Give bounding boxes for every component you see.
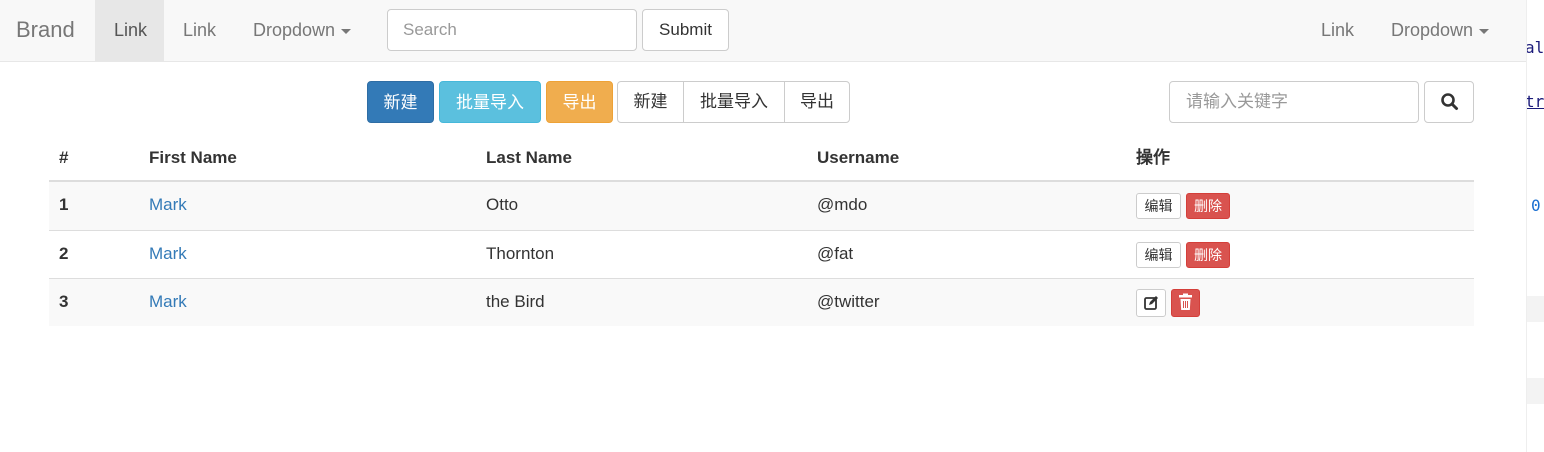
code-fragment: al <box>1526 38 1544 57</box>
edit-button[interactable]: 编辑 <box>1136 242 1181 268</box>
code-fragment: 0 <box>1531 196 1541 215</box>
navbar-brand[interactable]: Brand <box>16 17 75 43</box>
last-name: Thornton <box>486 244 555 263</box>
last-name: Otto <box>486 195 519 214</box>
keyword-search-input[interactable] <box>1169 81 1419 123</box>
batch-import-button[interactable]: 批量导入 <box>683 81 785 123</box>
row-number: 1 <box>59 195 69 214</box>
nav-link[interactable]: Link <box>164 0 235 61</box>
nav-dropdown-right-label: Dropdown <box>1391 20 1474 40</box>
new-button[interactable]: 新建 <box>617 81 684 123</box>
edit-icon-button[interactable] <box>1136 289 1166 317</box>
table-row: 3 Mark the Bird @twitter <box>49 278 1474 326</box>
toolbar-button-group: 新建 批量导入 导出 <box>617 81 850 123</box>
submit-button[interactable]: Submit <box>642 9 729 51</box>
nav-link-right[interactable]: Link <box>1302 0 1373 61</box>
trash-icon <box>1179 293 1192 310</box>
column-header: 操作 <box>1136 148 1170 167</box>
username: @fat <box>817 244 854 263</box>
code-fragment: tr <box>1526 92 1544 111</box>
last-name: the Bird <box>486 292 545 311</box>
table-row: 1 Mark Otto @mdo 编辑 删除 <box>49 182 1474 230</box>
column-header: First Name <box>149 148 237 167</box>
edit-icon <box>1144 296 1158 310</box>
nav-dropdown[interactable]: Dropdown <box>234 0 370 61</box>
export-button-warning[interactable]: 导出 <box>546 81 613 123</box>
batch-import-button-info[interactable]: 批量导入 <box>439 81 541 123</box>
export-button[interactable]: 导出 <box>784 81 850 123</box>
first-name-link[interactable]: Mark <box>149 182 187 230</box>
column-header: Last Name <box>486 148 572 167</box>
first-name-link[interactable]: Mark <box>149 279 187 327</box>
nav-dropdown-right[interactable]: Dropdown <box>1372 0 1508 61</box>
side-code-panel: al tr 0 <box>1526 0 1544 452</box>
nav-dropdown-label: Dropdown <box>253 20 336 40</box>
new-button-primary[interactable]: 新建 <box>367 81 434 123</box>
nav-link-active[interactable]: Link <box>95 0 164 61</box>
first-name-link[interactable]: Mark <box>149 231 187 279</box>
column-header: Username <box>817 148 900 167</box>
navbar-search-input[interactable] <box>387 9 637 51</box>
delete-button[interactable]: 删除 <box>1186 242 1230 268</box>
username: @mdo <box>817 195 868 214</box>
code-highlight <box>1527 296 1544 322</box>
column-header: # <box>59 148 69 167</box>
code-highlight <box>1527 378 1544 404</box>
row-number: 2 <box>59 244 69 263</box>
row-number: 3 <box>59 292 69 311</box>
navbar: Brand Link Link Dropdown Submit Link Dro… <box>0 0 1526 62</box>
delete-icon-button[interactable] <box>1171 289 1200 317</box>
username: @twitter <box>817 292 880 311</box>
delete-button[interactable]: 删除 <box>1186 193 1230 219</box>
table-row: 2 Mark Thornton @fat 编辑 删除 <box>49 230 1474 278</box>
search-icon <box>1441 93 1458 110</box>
edit-button[interactable]: 编辑 <box>1136 193 1181 219</box>
caret-down-icon <box>1479 28 1490 34</box>
keyword-search-button[interactable] <box>1424 81 1474 123</box>
caret-down-icon <box>341 28 352 34</box>
